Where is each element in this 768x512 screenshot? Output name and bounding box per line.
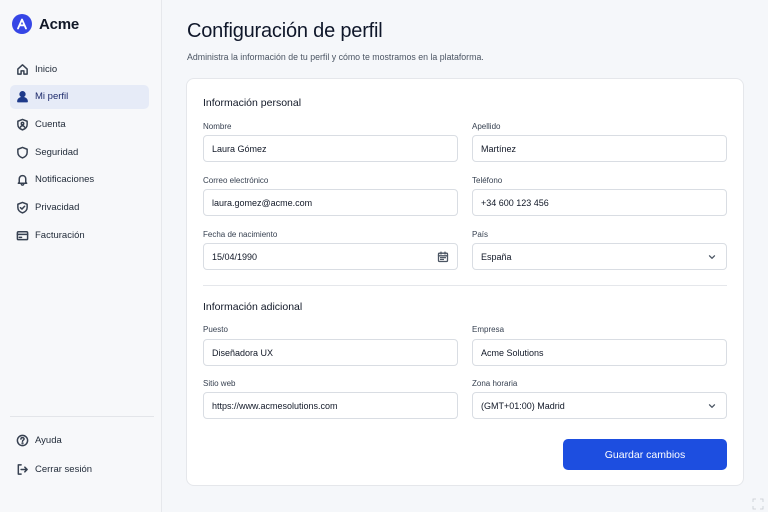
timezone-select[interactable]: (GMT+01:00) Madrid xyxy=(472,392,727,419)
page-subtitle: Administra la información de tu perfil y… xyxy=(187,52,484,62)
timezone-value: (GMT+01:00) Madrid xyxy=(481,400,565,411)
apellido-field[interactable]: Martínez xyxy=(472,135,727,162)
sidebar-item-privacidad[interactable]: Privacidad xyxy=(10,195,149,219)
country-select[interactable]: España xyxy=(472,243,727,270)
sidebar-item-ayuda[interactable]: Ayuda xyxy=(10,428,149,452)
chevron-down-icon xyxy=(706,400,718,412)
sidebar-item-cerrar-sesion[interactable]: Cerrar sesión xyxy=(10,457,149,481)
apellido-label: Apellido xyxy=(472,122,501,131)
correo-label: Correo electrónico xyxy=(203,176,269,185)
web-label: Sitio web xyxy=(203,379,236,388)
section-title-additional: Información adicional xyxy=(203,301,303,313)
company-value: Acme Solutions xyxy=(481,347,544,358)
sidebar-item-seguridad[interactable]: Seguridad xyxy=(10,140,149,164)
sidebar-item-label: Ayuda xyxy=(35,434,62,446)
nombre-value: Laura Gómez xyxy=(212,143,267,154)
sidebar-item-label: Privacidad xyxy=(35,201,80,213)
country-value: España xyxy=(481,251,512,262)
nombre-label: Nombre xyxy=(203,122,232,131)
website-value: https://www.acmesolutions.com xyxy=(212,400,338,411)
main-content: Configuración de perfil Administra la in… xyxy=(163,0,768,512)
company-field[interactable]: Acme Solutions xyxy=(472,339,727,366)
nacimiento-label: Fecha de nacimiento xyxy=(203,230,278,239)
phone-field[interactable]: +34 600 123 456 xyxy=(472,189,727,216)
help-icon xyxy=(15,433,29,447)
section-title-personal: Información personal xyxy=(203,97,302,109)
sidebar: Acme Inicio Mi perfil Cuenta Seguridad N… xyxy=(0,0,162,512)
section-divider xyxy=(203,285,727,286)
phone-value: +34 600 123 456 xyxy=(481,197,549,208)
user-icon xyxy=(15,90,29,104)
sidebar-item-label: Seguridad xyxy=(35,146,79,158)
sidebar-item-label: Inicio xyxy=(35,63,58,75)
sidebar-divider xyxy=(10,416,154,417)
sidebar-item-cuenta[interactable]: Cuenta xyxy=(10,112,149,136)
pais-label: País xyxy=(472,230,489,239)
shield-user-icon xyxy=(15,117,29,131)
sidebar-nav: Inicio Mi perfil Cuenta Seguridad Notifi… xyxy=(10,57,149,251)
sidebar-bottom: Ayuda Cerrar sesión xyxy=(10,428,149,486)
nombre-field[interactable]: Laura Gómez xyxy=(203,135,458,162)
profile-form-card: Información personal Nombre Laura Gómez … xyxy=(186,78,744,486)
sidebar-item-inicio[interactable]: Inicio xyxy=(10,57,149,81)
telefono-label: Teléfono xyxy=(472,176,503,185)
apellido-value: Martínez xyxy=(481,143,517,154)
sidebar-item-label: Facturación xyxy=(35,229,85,241)
sidebar-item-label: Mi perfil xyxy=(35,91,69,103)
resize-handle-icon xyxy=(752,498,764,510)
empresa-label: Empresa xyxy=(472,325,505,334)
credit-card-icon xyxy=(15,228,29,242)
job-title-value: Diseñadora UX xyxy=(212,347,274,358)
chevron-down-icon xyxy=(706,251,718,263)
logout-icon xyxy=(15,462,29,476)
sidebar-item-facturacion[interactable]: Facturación xyxy=(10,223,149,247)
sidebar-item-label: Cuenta xyxy=(35,118,66,130)
birthdate-field[interactable]: 15/04/1990 xyxy=(203,243,458,270)
brand[interactable]: Acme xyxy=(12,14,79,34)
page-title: Configuración de perfil xyxy=(187,20,383,42)
zona-label: Zona horaria xyxy=(472,379,518,388)
brand-name: Acme xyxy=(39,15,80,33)
sidebar-item-mi-perfil[interactable]: Mi perfil xyxy=(10,84,149,109)
birthdate-value: 15/04/1990 xyxy=(212,251,258,262)
sidebar-item-notificaciones[interactable]: Notificaciones xyxy=(10,168,149,192)
shield-check-icon xyxy=(15,200,29,214)
website-field[interactable]: https://www.acmesolutions.com xyxy=(203,392,458,419)
puesto-label: Puesto xyxy=(203,325,228,334)
email-value: laura.gomez@acme.com xyxy=(212,197,313,208)
acme-logo-icon xyxy=(12,14,32,34)
sidebar-item-label: Notificaciones xyxy=(35,174,95,186)
calendar-icon[interactable] xyxy=(437,251,449,263)
sidebar-item-label: Cerrar sesión xyxy=(35,463,93,475)
bell-icon xyxy=(15,173,29,187)
save-button[interactable]: Guardar cambios xyxy=(563,439,727,470)
shield-icon xyxy=(15,145,29,159)
email-field[interactable]: laura.gomez@acme.com xyxy=(203,189,458,216)
job-title-field[interactable]: Diseñadora UX xyxy=(203,339,458,366)
home-icon xyxy=(15,62,29,76)
